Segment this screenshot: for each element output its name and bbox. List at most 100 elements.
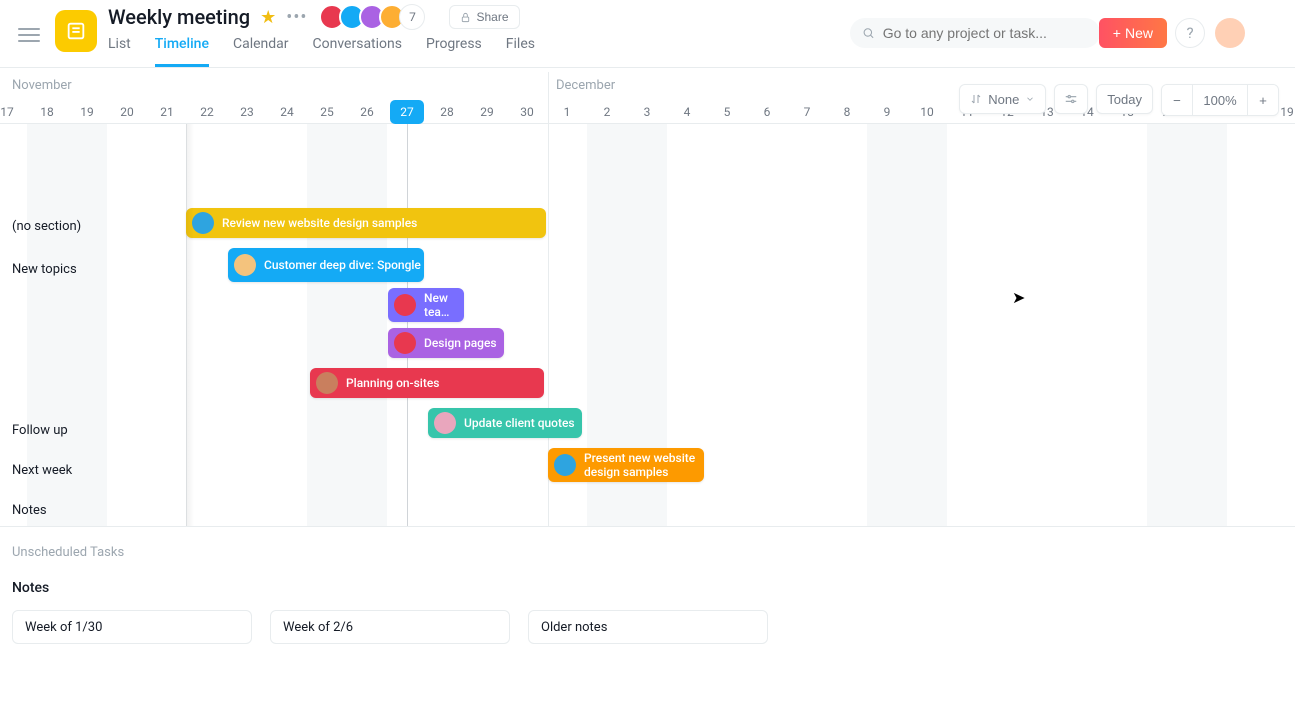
day-cell[interactable]: 17 xyxy=(0,100,27,124)
day-cell[interactable]: 30 xyxy=(507,100,547,124)
star-icon[interactable]: ★ xyxy=(260,7,276,28)
assignee-avatar xyxy=(394,294,416,316)
day-cell[interactable]: 20 xyxy=(107,100,147,124)
today-indicator xyxy=(407,124,408,526)
section-label[interactable]: Next week xyxy=(0,463,72,478)
day-cell[interactable]: 22 xyxy=(187,100,227,124)
day-cell[interactable]: 28 xyxy=(427,100,467,124)
day-cell[interactable]: 7 xyxy=(787,100,827,124)
assignee-avatar xyxy=(434,412,456,434)
task-bar[interactable]: Present new website design samples xyxy=(548,448,704,482)
weekend-column xyxy=(307,124,387,526)
assignee-avatar xyxy=(394,332,416,354)
day-cell[interactable]: 10 xyxy=(907,100,947,124)
current-user-avatar[interactable] xyxy=(1215,18,1245,48)
search-input[interactable] xyxy=(883,25,1088,41)
lock-icon xyxy=(460,12,471,23)
day-cell[interactable]: 23 xyxy=(227,100,267,124)
day-cell[interactable]: 18 xyxy=(27,100,67,124)
filter-button[interactable] xyxy=(1054,84,1088,114)
unscheduled-cards: Week of 1/30 Week of 2/6 Older notes xyxy=(12,610,1283,644)
notes-heading: Notes xyxy=(12,580,1283,596)
day-cell[interactable]: 5 xyxy=(707,100,747,124)
section-label[interactable]: Follow up xyxy=(0,423,68,438)
day-cell[interactable]: 3 xyxy=(627,100,667,124)
day-cell[interactable]: 2 xyxy=(587,100,627,124)
unscheduled-card[interactable]: Week of 2/6 xyxy=(270,610,510,644)
tab-list[interactable]: List xyxy=(108,36,131,67)
day-cell[interactable]: 8 xyxy=(827,100,867,124)
sort-dropdown[interactable]: None xyxy=(959,84,1046,114)
unscheduled-panel: Unscheduled Tasks Notes Week of 1/30Week… xyxy=(0,526,1295,721)
assignee-avatar xyxy=(234,254,256,276)
task-label: Customer deep dive: Spongle xyxy=(264,258,421,272)
tab-files[interactable]: Files xyxy=(506,36,535,67)
day-cell[interactable]: 6 xyxy=(747,100,787,124)
assignee-avatar xyxy=(554,454,576,476)
task-label: Update client quotes xyxy=(464,416,575,430)
day-cell[interactable]: 29 xyxy=(467,100,507,124)
search-box[interactable] xyxy=(850,18,1100,48)
task-label: Design pages xyxy=(424,336,497,350)
project-icon[interactable] xyxy=(55,10,97,52)
chevron-down-icon xyxy=(1025,94,1035,104)
timeline-grid[interactable]: Review new website design samples Custome… xyxy=(0,124,1295,526)
member-avatars[interactable]: 7 xyxy=(325,4,425,30)
day-cell[interactable]: 25 xyxy=(307,100,347,124)
day-cell[interactable]: 9 xyxy=(867,100,907,124)
plus-icon: + xyxy=(1113,25,1121,41)
task-bar[interactable]: Review new website design samples xyxy=(186,208,546,238)
day-cell[interactable]: 26 xyxy=(347,100,387,124)
timeline-view-controls: None Today − 100% + xyxy=(959,84,1279,116)
month-label-left: November xyxy=(12,78,72,93)
search-icon xyxy=(862,26,875,40)
tab-calendar[interactable]: Calendar xyxy=(233,36,289,67)
share-button[interactable]: Share xyxy=(449,5,519,29)
help-button[interactable]: ? xyxy=(1175,18,1205,48)
task-label: New tea… xyxy=(424,291,464,319)
task-bar[interactable]: Customer deep dive: Spongle xyxy=(228,248,424,282)
task-bar[interactable]: Planning on-sites xyxy=(310,368,544,398)
unscheduled-card[interactable]: Older notes xyxy=(528,610,768,644)
day-cell[interactable]: 4 xyxy=(667,100,707,124)
section-label[interactable]: Notes xyxy=(0,503,47,518)
day-cell[interactable]: 24 xyxy=(267,100,307,124)
sliders-icon xyxy=(1063,92,1079,106)
weekend-column xyxy=(867,124,947,526)
new-button[interactable]: + New xyxy=(1099,18,1167,48)
day-cell[interactable]: 19 xyxy=(67,100,107,124)
tab-conversations[interactable]: Conversations xyxy=(313,36,402,67)
member-overflow-count[interactable]: 7 xyxy=(399,4,425,30)
zoom-control: − 100% + xyxy=(1161,84,1279,116)
day-cell[interactable]: 1 xyxy=(547,100,587,124)
more-options-icon[interactable]: ••• xyxy=(286,7,307,28)
today-button[interactable]: Today xyxy=(1096,84,1153,114)
day-cell[interactable]: 27 xyxy=(387,100,427,124)
month-label-right: December xyxy=(556,78,615,93)
task-bar[interactable]: Design pages xyxy=(388,328,504,358)
weekend-column xyxy=(1147,124,1227,526)
task-label: Present new website design samples xyxy=(584,451,704,479)
task-label: Planning on-sites xyxy=(346,376,439,390)
menu-icon[interactable] xyxy=(18,24,40,46)
zoom-level[interactable]: 100% xyxy=(1192,85,1248,115)
section-label[interactable]: (no section) xyxy=(0,219,81,234)
top-bar: Weekly meeting ★ ••• 7 Share List Timelin… xyxy=(0,0,1295,68)
zoom-out-button[interactable]: − xyxy=(1162,85,1192,115)
task-label: Review new website design samples xyxy=(222,216,417,230)
project-title[interactable]: Weekly meeting xyxy=(108,5,250,29)
sort-icon xyxy=(970,93,982,105)
task-bar[interactable]: New tea… xyxy=(388,288,464,322)
unscheduled-card[interactable]: Week of 1/30 xyxy=(12,610,252,644)
zoom-in-button[interactable]: + xyxy=(1248,85,1278,115)
assignee-avatar xyxy=(192,212,214,234)
day-cell[interactable]: 21 xyxy=(147,100,187,124)
tab-progress[interactable]: Progress xyxy=(426,36,482,67)
task-bar[interactable]: Update client quotes xyxy=(428,408,582,438)
project-tabs: List Timeline Calendar Conversations Progres… xyxy=(108,36,535,67)
assignee-avatar xyxy=(316,372,338,394)
tab-timeline[interactable]: Timeline xyxy=(155,36,209,67)
unscheduled-heading: Unscheduled Tasks xyxy=(12,545,1283,560)
timeline-area: November December 1718192021222324252627… xyxy=(0,68,1295,526)
section-label[interactable]: New topics xyxy=(0,262,77,277)
